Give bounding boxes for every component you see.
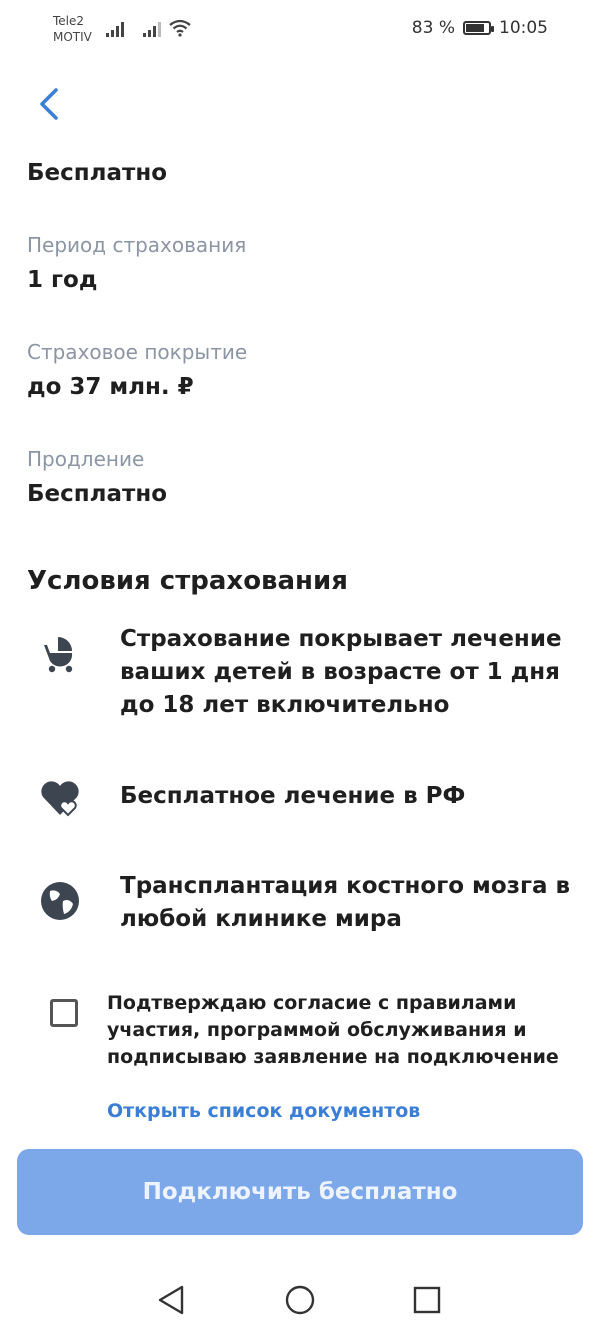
nav-home-icon[interactable] (280, 1280, 320, 1320)
carrier-2: MOTIV (53, 30, 92, 44)
battery-percent: 83 % (411, 18, 455, 38)
stroller-icon (44, 637, 73, 673)
status-bar: Tele2 MOTIV 83 % 10:05 (0, 0, 600, 60)
battery-icon (463, 21, 494, 35)
nav-recents-icon[interactable] (407, 1280, 447, 1320)
heart-icon (41, 781, 79, 817)
documents-link[interactable]: Открыть список документов (107, 1100, 420, 1122)
condition-text: Бесплатное лечение в РФ (120, 783, 466, 809)
nav-back-icon[interactable] (152, 1280, 192, 1320)
condition-text: Трансплантация костного мозга в любой кл… (120, 873, 571, 932)
signal-icon (143, 22, 161, 37)
back-chevron-icon[interactable] (30, 84, 66, 124)
system-nav-bar (0, 1262, 600, 1332)
consent-checkbox[interactable] (50, 999, 78, 1027)
price-value: Бесплатно (27, 160, 168, 186)
conditions-title: Условия страхования (27, 566, 348, 596)
signal-icon (106, 22, 124, 37)
carrier-1: Tele2 (53, 14, 85, 28)
status-right: 83 % 10:05 (412, 18, 548, 38)
condition-text: Страхование покрывает лечение ваших дете… (120, 626, 562, 718)
carrier-labels: Tele2 MOTIV (53, 13, 92, 45)
period-value: 1 год (27, 267, 98, 293)
renewal-label: Продление (27, 447, 145, 471)
globe-icon (41, 882, 79, 920)
connect-free-button[interactable]: Подключить бесплатно (17, 1149, 583, 1235)
consent-text: Подтверждаю согласие с правилами участия… (107, 992, 559, 1068)
coverage-label: Страховое покрытие (27, 340, 248, 364)
connect-free-button-label: Подключить бесплатно (142, 1179, 458, 1205)
period-label: Период страхования (27, 233, 247, 257)
wifi-icon (169, 19, 191, 37)
renewal-value: Бесплатно (27, 481, 168, 507)
coverage-value: до 37 млн. ₽ (27, 374, 194, 400)
clock: 10:05 (499, 18, 548, 38)
